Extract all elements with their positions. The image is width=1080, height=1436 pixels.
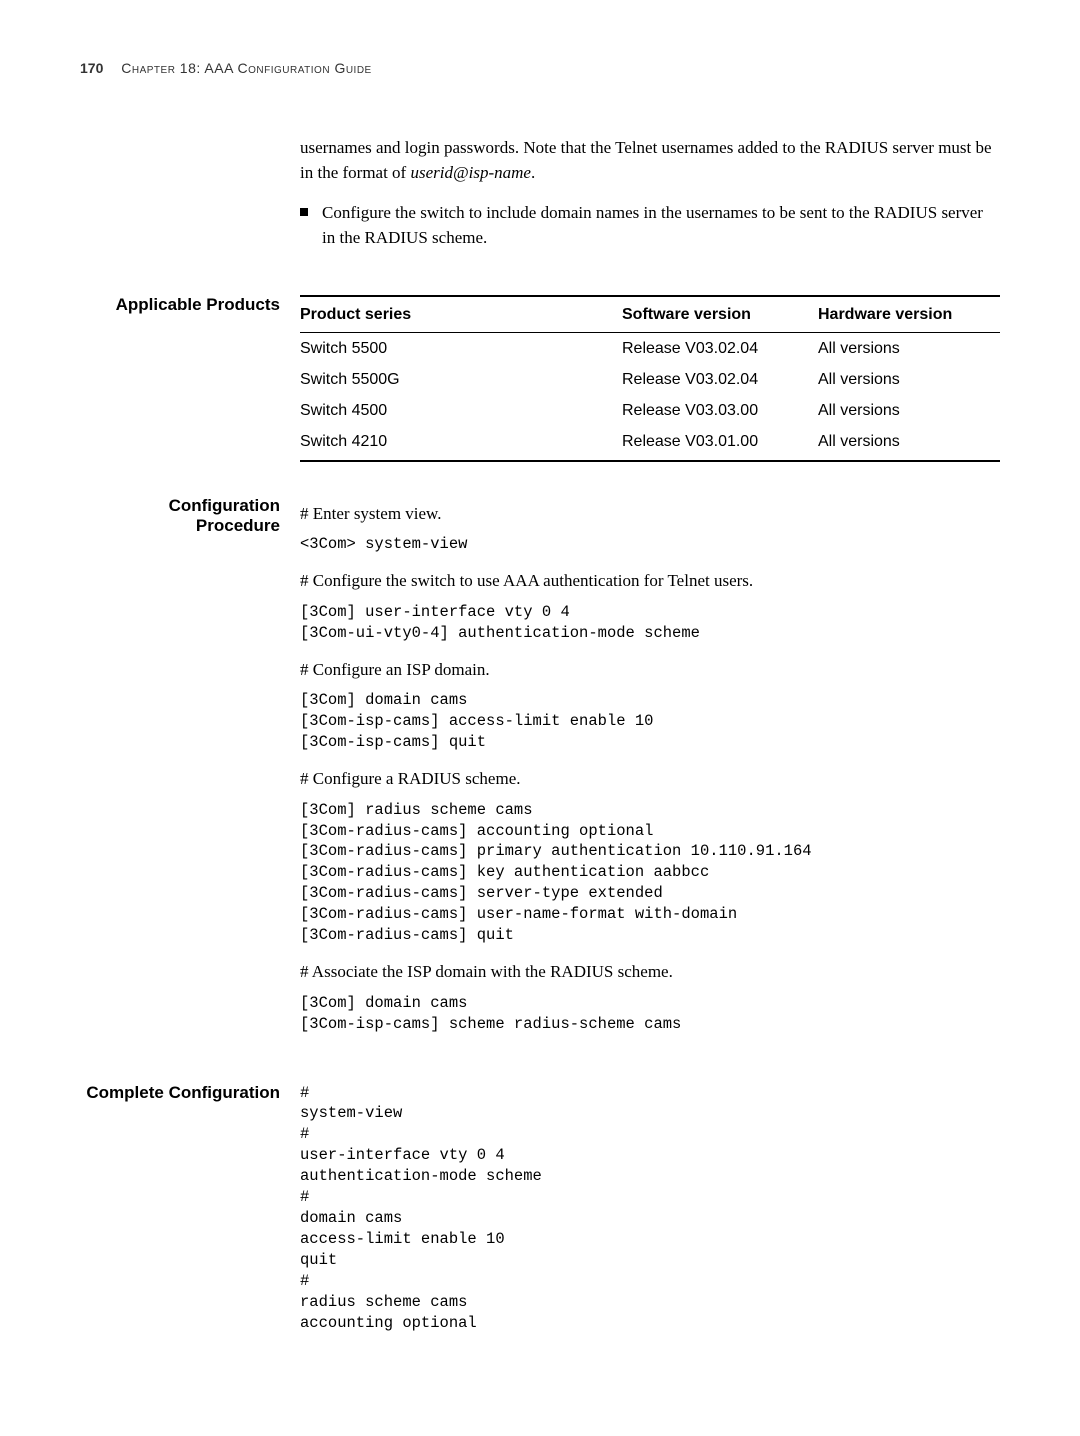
cell-product: Switch 4500 <box>300 395 622 426</box>
step-text: # Configure the switch to use AAA authen… <box>300 569 1000 594</box>
command-block: <3Com> system-view <box>300 534 1000 555</box>
intro-text-c: . <box>531 163 535 182</box>
cell-product: Switch 5500 <box>300 332 622 364</box>
cell-hardware: All versions <box>818 364 1000 395</box>
applicable-products-block: Applicable Products Product series Softw… <box>80 295 1000 462</box>
table-row: Switch 5500 Release V03.02.04 All versio… <box>300 332 1000 364</box>
applicable-products-label: Applicable Products <box>80 295 300 315</box>
applicable-products-content: Product series Software version Hardware… <box>300 295 1000 462</box>
intro-block: usernames and login passwords. Note that… <box>80 136 1000 261</box>
page-header: 170 Chapter 18: AAA Configuration Guide <box>80 60 1000 76</box>
page-number: 170 <box>80 60 103 76</box>
intro-text-a: usernames and login passwords. Note that… <box>300 138 992 182</box>
cell-product: Switch 4210 <box>300 426 622 460</box>
command-block: [3Com] radius scheme cams [3Com-radius-c… <box>300 800 1000 946</box>
square-bullet-icon <box>300 208 308 216</box>
intro-right: usernames and login passwords. Note that… <box>300 136 1000 261</box>
table-row: Switch 4500 Release V03.03.00 All versio… <box>300 395 1000 426</box>
table-row: Switch 4210 Release V03.01.00 All versio… <box>300 426 1000 460</box>
cell-software: Release V03.02.04 <box>622 332 818 364</box>
command-block: [3Com] domain cams [3Com-isp-cams] schem… <box>300 993 1000 1035</box>
table-header-row: Product series Software version Hardware… <box>300 296 1000 333</box>
step-text: # Configure a RADIUS scheme. <box>300 767 1000 792</box>
intro-bullet-text: Configure the switch to include domain n… <box>322 201 1000 250</box>
step-text: # Enter system view. <box>300 502 1000 527</box>
chapter-label: Chapter 18: AAA Configuration Guide <box>121 60 371 76</box>
step-text: # Configure an ISP domain. <box>300 658 1000 683</box>
page-container: 170 Chapter 18: AAA Configuration Guide … <box>0 0 1080 1436</box>
cell-software: Release V03.01.00 <box>622 426 818 460</box>
complete-config-label: Complete Configuration <box>80 1083 300 1103</box>
intro-text-italic: userid@isp-name <box>410 163 530 182</box>
complete-config-block: Complete Configuration # system-view # u… <box>80 1083 1000 1348</box>
cell-hardware: All versions <box>818 395 1000 426</box>
th-hardware: Hardware version <box>818 296 1000 333</box>
th-software: Software version <box>622 296 818 333</box>
cell-hardware: All versions <box>818 332 1000 364</box>
cell-software: Release V03.02.04 <box>622 364 818 395</box>
config-procedure-label: Configuration Procedure <box>80 496 300 536</box>
cell-hardware: All versions <box>818 426 1000 460</box>
table-row: Switch 5500G Release V03.02.04 All versi… <box>300 364 1000 395</box>
complete-config-content: # system-view # user-interface vty 0 4 a… <box>300 1083 1000 1348</box>
command-block: [3Com] user-interface vty 0 4 [3Com-ui-v… <box>300 602 1000 644</box>
intro-paragraph: usernames and login passwords. Note that… <box>300 136 1000 185</box>
intro-bullet-row: Configure the switch to include domain n… <box>300 201 1000 250</box>
th-product: Product series <box>300 296 622 333</box>
config-procedure-content: # Enter system view. <3Com> system-view … <box>300 496 1000 1049</box>
products-table: Product series Software version Hardware… <box>300 295 1000 462</box>
step-text: # Associate the ISP domain with the RADI… <box>300 960 1000 985</box>
cell-product: Switch 5500G <box>300 364 622 395</box>
config-procedure-block: Configuration Procedure # Enter system v… <box>80 496 1000 1049</box>
command-block: # system-view # user-interface vty 0 4 a… <box>300 1083 1000 1334</box>
cell-software: Release V03.03.00 <box>622 395 818 426</box>
command-block: [3Com] domain cams [3Com-isp-cams] acces… <box>300 690 1000 753</box>
